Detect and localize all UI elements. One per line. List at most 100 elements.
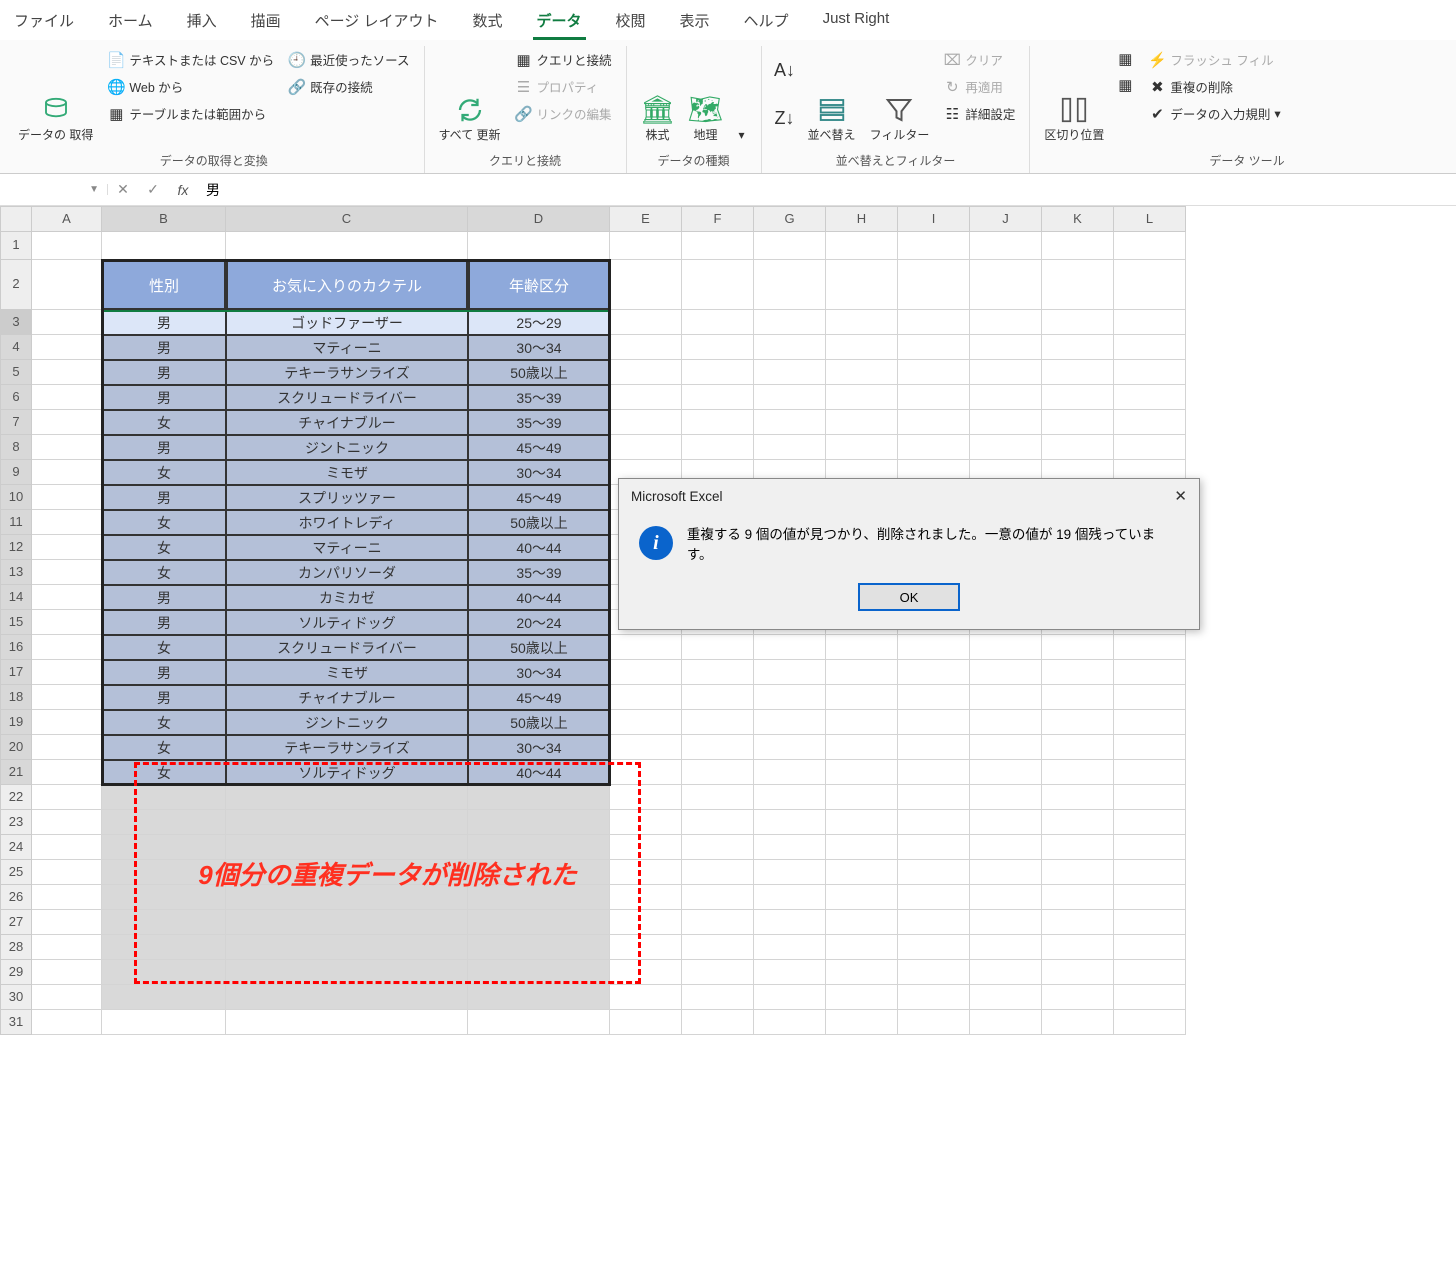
- cell-F18[interactable]: [682, 685, 754, 710]
- cell-F8[interactable]: [682, 435, 754, 460]
- cell-J20[interactable]: [970, 735, 1042, 760]
- filter-button[interactable]: フィルター: [866, 48, 934, 144]
- edit-links[interactable]: 🔗リンクの編集: [511, 102, 616, 125]
- cell-A30[interactable]: [32, 985, 102, 1010]
- row-header-11[interactable]: 11: [0, 510, 32, 535]
- cell-A27[interactable]: [32, 910, 102, 935]
- cell-H5[interactable]: [826, 360, 898, 385]
- cell-F27[interactable]: [682, 910, 754, 935]
- cell-D1[interactable]: [468, 232, 610, 260]
- cell-K3[interactable]: [1042, 310, 1114, 335]
- cell-G21[interactable]: [754, 760, 826, 785]
- cell-H23[interactable]: [826, 810, 898, 835]
- row-header-21[interactable]: 21: [0, 760, 32, 785]
- cell-I8[interactable]: [898, 435, 970, 460]
- cell-I16[interactable]: [898, 635, 970, 660]
- col-header-F[interactable]: F: [682, 206, 754, 232]
- row-header-24[interactable]: 24: [0, 835, 32, 860]
- cell-B1[interactable]: [102, 232, 226, 260]
- cell-H4[interactable]: [826, 335, 898, 360]
- cell-H26[interactable]: [826, 885, 898, 910]
- cell-F3[interactable]: [682, 310, 754, 335]
- cell-H8[interactable]: [826, 435, 898, 460]
- cell-J7[interactable]: [970, 410, 1042, 435]
- cell-K22[interactable]: [1042, 785, 1114, 810]
- row-header-27[interactable]: 27: [0, 910, 32, 935]
- cell-K17[interactable]: [1042, 660, 1114, 685]
- cell-L8[interactable]: [1114, 435, 1186, 460]
- cell-H24[interactable]: [826, 835, 898, 860]
- cell-A1[interactable]: [32, 232, 102, 260]
- cell-H22[interactable]: [826, 785, 898, 810]
- from-web[interactable]: 🌐Web から: [103, 75, 278, 98]
- cell-C14[interactable]: カミカゼ: [226, 585, 468, 610]
- cell-H20[interactable]: [826, 735, 898, 760]
- cell-C15[interactable]: ソルティドッグ: [226, 610, 468, 635]
- cell-K20[interactable]: [1042, 735, 1114, 760]
- cell-J1[interactable]: [970, 232, 1042, 260]
- cell-I26[interactable]: [898, 885, 970, 910]
- cell-D9[interactable]: 30～34: [468, 460, 610, 485]
- tab-ヘルプ[interactable]: ヘルプ: [740, 6, 793, 40]
- col-header-H[interactable]: H: [826, 206, 898, 232]
- cell-H25[interactable]: [826, 860, 898, 885]
- col-header-D[interactable]: D: [468, 206, 610, 232]
- cell-F30[interactable]: [682, 985, 754, 1010]
- cell-J21[interactable]: [970, 760, 1042, 785]
- row-header-29[interactable]: 29: [0, 960, 32, 985]
- cell-K21[interactable]: [1042, 760, 1114, 785]
- cell-K2[interactable]: [1042, 260, 1114, 310]
- row-header-15[interactable]: 15: [0, 610, 32, 635]
- cell-A8[interactable]: [32, 435, 102, 460]
- row-header-3[interactable]: 3: [0, 310, 32, 335]
- cell-A15[interactable]: [32, 610, 102, 635]
- cell-B7[interactable]: 女: [102, 410, 226, 435]
- cell-K6[interactable]: [1042, 385, 1114, 410]
- cell-C7[interactable]: チャイナブルー: [226, 410, 468, 435]
- cell-A20[interactable]: [32, 735, 102, 760]
- cell-A24[interactable]: [32, 835, 102, 860]
- cell-I20[interactable]: [898, 735, 970, 760]
- cell-L18[interactable]: [1114, 685, 1186, 710]
- cell-K28[interactable]: [1042, 935, 1114, 960]
- cell-J29[interactable]: [970, 960, 1042, 985]
- cell-G23[interactable]: [754, 810, 826, 835]
- cell-I30[interactable]: [898, 985, 970, 1010]
- cell-G24[interactable]: [754, 835, 826, 860]
- refresh-all-button[interactable]: すべて 更新: [435, 48, 505, 144]
- tab-ページ レイアウト[interactable]: ページ レイアウト: [311, 6, 443, 40]
- row-header-1[interactable]: 1: [0, 232, 32, 260]
- cell-G28[interactable]: [754, 935, 826, 960]
- cell-D8[interactable]: 45～49: [468, 435, 610, 460]
- cell-E1[interactable]: [610, 232, 682, 260]
- cell-C12[interactable]: マティーニ: [226, 535, 468, 560]
- cell-F19[interactable]: [682, 710, 754, 735]
- row-header-23[interactable]: 23: [0, 810, 32, 835]
- cell-L27[interactable]: [1114, 910, 1186, 935]
- cell-F29[interactable]: [682, 960, 754, 985]
- cell-L24[interactable]: [1114, 835, 1186, 860]
- cell-B19[interactable]: 女: [102, 710, 226, 735]
- cell-K31[interactable]: [1042, 1010, 1114, 1035]
- cell-C5[interactable]: テキーラサンライズ: [226, 360, 468, 385]
- cell-F20[interactable]: [682, 735, 754, 760]
- cell-H6[interactable]: [826, 385, 898, 410]
- cell-A6[interactable]: [32, 385, 102, 410]
- cell-A17[interactable]: [32, 660, 102, 685]
- quick-fill-small[interactable]: ▦: [1112, 48, 1138, 70]
- row-header-12[interactable]: 12: [0, 535, 32, 560]
- advanced-filter[interactable]: ☷詳細設定: [939, 102, 1019, 125]
- cell-I7[interactable]: [898, 410, 970, 435]
- cell-K16[interactable]: [1042, 635, 1114, 660]
- cell-G17[interactable]: [754, 660, 826, 685]
- cell-D2[interactable]: 年齢区分: [468, 260, 610, 310]
- cell-F7[interactable]: [682, 410, 754, 435]
- cell-H3[interactable]: [826, 310, 898, 335]
- cell-D10[interactable]: 45～49: [468, 485, 610, 510]
- enter-formula[interactable]: ✓: [138, 181, 168, 198]
- row-header-6[interactable]: 6: [0, 385, 32, 410]
- cell-F6[interactable]: [682, 385, 754, 410]
- tab-Just Right[interactable]: Just Right: [819, 6, 894, 40]
- cell-L21[interactable]: [1114, 760, 1186, 785]
- cell-I1[interactable]: [898, 232, 970, 260]
